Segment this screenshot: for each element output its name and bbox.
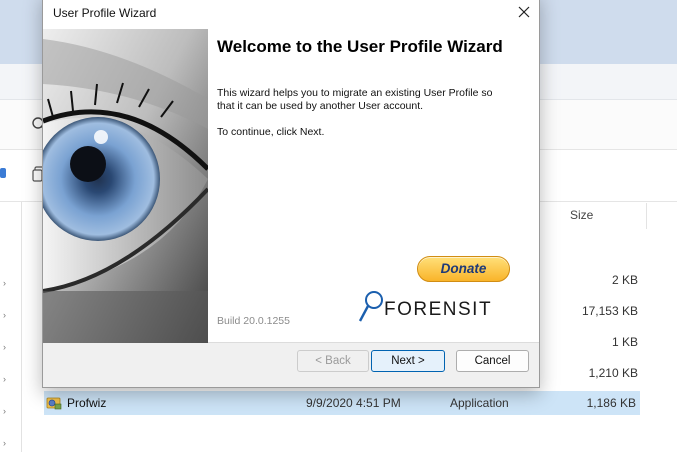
explorer-navigation-pane: › › › › › › [0,202,22,452]
forensit-logo: FORENSIT [357,289,517,325]
logo-text: FORENSIT [384,299,493,320]
chevron-right-icon[interactable]: › [3,343,11,352]
build-number: Build 20.0.1255 [217,315,290,327]
chevron-right-icon[interactable]: › [3,311,11,320]
dialog-title: User Profile Wizard [53,6,157,20]
wizard-description: This wizard helps you to migrate an exis… [217,87,493,112]
donate-label: Donate [440,261,487,276]
file-name: Profwiz [67,396,107,410]
donate-button[interactable]: Donate [417,256,510,282]
column-divider[interactable] [646,203,647,229]
file-size: 1,210 KB [588,366,638,380]
column-header-size[interactable]: Size [570,208,593,222]
application-icon [46,397,62,410]
dialog-titlebar[interactable]: User Profile Wizard [43,0,539,29]
file-size: 1,186 KB [586,396,636,410]
chevron-right-icon[interactable]: › [3,439,11,448]
cancel-button[interactable]: Cancel [456,350,529,372]
file-row-selected[interactable]: Profwiz 9/9/2020 4:51 PM Application 1,1… [44,391,640,415]
user-profile-wizard-dialog: User Profile Wizard Welcome to the User … [42,0,540,388]
next-button[interactable]: Next > [371,350,445,372]
chevron-right-icon[interactable]: › [3,407,11,416]
file-date: 9/9/2020 4:51 PM [306,396,401,410]
wizard-heading: Welcome to the User Profile Wizard [217,37,503,56]
chevron-right-icon[interactable]: › [3,375,11,384]
file-size: 1 KB [611,335,638,349]
magnifier-logo-icon [358,291,383,322]
new-item-icon[interactable] [0,168,6,178]
eye-banner-image [43,29,208,343]
wizard-continue-text: To continue, click Next. [217,126,325,138]
dialog-body: Welcome to the User Profile Wizard This … [43,29,539,343]
file-size: 2 KB [611,273,638,287]
file-size: 17,153 KB [581,304,638,318]
back-button[interactable]: < Back [297,350,369,372]
file-type: Application [450,396,509,410]
close-icon[interactable] [515,3,533,21]
chevron-right-icon[interactable]: › [3,279,11,288]
